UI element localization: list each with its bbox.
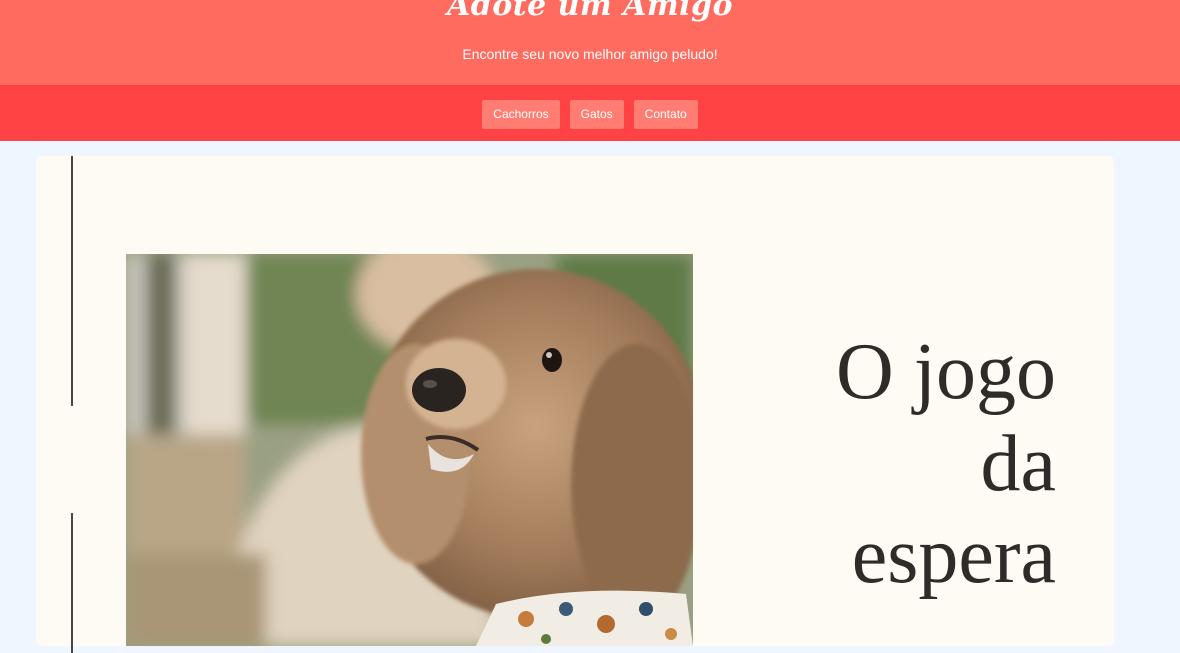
main-nav: Cachorros Gatos Contato — [0, 85, 1180, 141]
content-card: O jogo da espera — [36, 156, 1114, 653]
dog-photo-illustration — [126, 254, 693, 646]
site-title: Adote um Amigo — [446, 0, 734, 23]
site-subtitle: Encontre seu novo melhor amigo peludo! — [462, 46, 718, 62]
headline-line: O jogo — [836, 328, 1056, 416]
vertical-divider-bottom — [71, 513, 73, 653]
dog-photo — [126, 254, 693, 646]
vertical-divider-top — [71, 156, 73, 406]
nav-list: Cachorros Gatos Contato — [0, 100, 1180, 129]
headline-line: da — [980, 420, 1056, 508]
headline-line: espera — [851, 512, 1056, 600]
banner-headline: O jogo da espera — [736, 326, 1056, 602]
nav-button-cachorros[interactable]: Cachorros — [482, 100, 560, 129]
site-header: Adote um Amigo Encontre seu novo melhor … — [0, 0, 1180, 85]
nav-button-contato[interactable]: Contato — [633, 100, 698, 129]
nav-button-gatos[interactable]: Gatos — [569, 100, 624, 129]
